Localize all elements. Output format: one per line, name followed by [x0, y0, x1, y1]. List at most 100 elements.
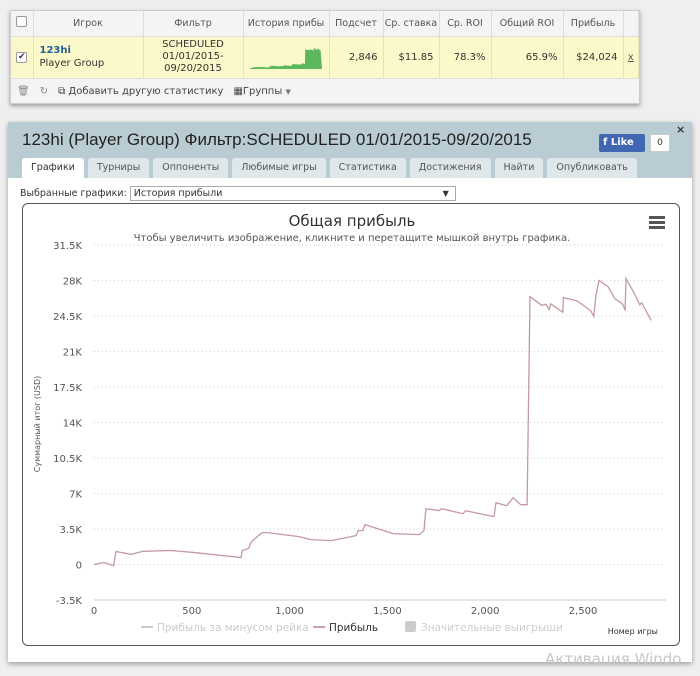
stats-table: Игрок Фильтр История прибы Подсчет Ср. с… [11, 11, 639, 78]
chart-container[interactable]: Общая прибыль Чтобы увеличить изображение… [22, 203, 680, 646]
chart-select[interactable]: История прибыли ▼ [129, 186, 456, 201]
col-count[interactable]: Подсчет [329, 11, 384, 37]
player-type: Player Group [39, 58, 105, 70]
player-cell: 123hi Player Group [33, 36, 144, 78]
tab-7[interactable]: Опубликовать [547, 158, 637, 178]
legend-label: Значительные выигрыши [421, 622, 563, 634]
like-label: Like [610, 137, 634, 148]
select-all-cell[interactable] [11, 11, 34, 37]
profit-chart[interactable]: Общая прибыль Чтобы увеличить изображение… [23, 204, 680, 646]
sparkline-area [250, 47, 322, 69]
add-stat-label: Добавить другую статистику [68, 85, 224, 97]
y-tick-label: 3.5K [60, 525, 83, 536]
remove-row-button[interactable]: x [623, 36, 639, 78]
col-profit[interactable]: Прибыль [563, 11, 624, 37]
menu-bar [649, 216, 665, 219]
select-value: История прибыли [133, 188, 223, 199]
like-count: 0 [650, 134, 670, 152]
row-checkbox-cell[interactable]: ✔ [11, 36, 34, 78]
avg-roi-value: 78.3% [439, 36, 492, 78]
watermark-line1: Активация Windo [545, 650, 682, 668]
tab-6[interactable]: Найти [494, 158, 544, 178]
facebook-icon: f [603, 137, 608, 148]
row-checkbox[interactable]: ✔ [16, 52, 28, 64]
y-tick-label: 31.5K [53, 241, 82, 252]
count-value: 2,846 [329, 36, 384, 78]
tab-1[interactable]: Турниры [87, 158, 150, 178]
facebook-like-button[interactable]: f Like [599, 134, 645, 152]
col-avg-roi[interactable]: Ср. ROI [439, 11, 492, 37]
chart-menu-icon[interactable] [649, 216, 665, 229]
player-window: 123hi (Player Group) Фильтр:SCHEDULED 01… [8, 122, 692, 662]
y-tick-label: 7K [69, 490, 82, 501]
caret-down-icon: ▼ [285, 87, 291, 96]
y-tick-label: 14K [63, 419, 83, 430]
chart-subtitle: Чтобы увеличить изображение, кликните и … [134, 233, 571, 244]
profit-series-line [93, 276, 652, 567]
x-tick-label: 1,000 [275, 606, 304, 617]
tab-0[interactable]: Графики [22, 158, 84, 178]
tab-2[interactable]: Оппоненты [153, 158, 229, 178]
filter-line: 01/01/2015- [162, 51, 224, 63]
groups-dropdown[interactable]: ▦Группы ▼ [233, 86, 290, 97]
table-footer: 🗑 ↻ ⧉ Добавить другую статистику ▦Группы… [11, 78, 639, 103]
trash-icon[interactable]: 🗑 [17, 86, 30, 97]
filter-line: 09/20/2015 [164, 63, 222, 75]
filter-line: SCHEDULED [162, 39, 224, 51]
y-tick-label: 17.5K [53, 383, 82, 394]
window-header: 123hi (Player Group) Фильтр:SCHEDULED 01… [8, 122, 692, 178]
x-tick-label: 0 [91, 606, 97, 617]
legend-item[interactable]: Прибыль [313, 622, 378, 634]
groups-icon: ▦ [233, 85, 243, 97]
x-tick-label: 500 [182, 606, 201, 617]
col-player[interactable]: Игрок [33, 11, 144, 37]
legend-item[interactable]: Прибыль за минусом рейка [141, 622, 309, 634]
select-all-checkbox[interactable] [16, 16, 28, 28]
y-tick-label: 24.5K [53, 312, 82, 323]
add-stat-button[interactable]: ⧉ Добавить другую статистику [58, 86, 223, 97]
select-label: Выбранные графики: [20, 188, 127, 199]
menu-bar [649, 221, 665, 224]
tab-5[interactable]: Достижения [409, 158, 491, 178]
y-tick-label: 21K [63, 348, 83, 359]
y-tick-label: 28K [63, 277, 83, 288]
window-title: 123hi (Player Group) Фильтр:SCHEDULED 01… [22, 130, 532, 149]
x-tick-label: 2,000 [471, 606, 500, 617]
filter-cell: SCHEDULED 01/01/2015- 09/20/2015 [143, 36, 244, 78]
chart-select-row: Выбранные графики: История прибыли ▼ [20, 186, 456, 201]
close-icon[interactable]: × [676, 123, 685, 136]
y-tick-label: 0 [76, 561, 82, 572]
refresh-icon[interactable]: ↻ [40, 86, 48, 97]
profit-value: $24,024 [563, 36, 624, 78]
avg-stake-value: $11.85 [383, 36, 440, 78]
legend-label: Прибыль [329, 622, 378, 634]
dropdown-arrow-icon: ▼ [442, 189, 449, 198]
legend-symbol [405, 621, 416, 632]
legend-item[interactable]: Значительные выигрыши [405, 621, 563, 634]
col-total-roi[interactable]: Общий ROI [491, 11, 564, 37]
col-history[interactable]: История прибы [243, 11, 330, 37]
tab-bar: Графики Турниры Оппоненты Любимые игры Стати… [22, 158, 637, 178]
table-header-row: Игрок Фильтр История прибы Подсчет Ср. с… [11, 11, 639, 37]
groups-label: Группы [242, 85, 283, 97]
chart-title: Общая прибыль [289, 212, 416, 230]
x-tick-label: 1,500 [373, 606, 402, 617]
x-tick-label: 2,500 [569, 606, 598, 617]
tab-4[interactable]: Статистика [329, 158, 406, 178]
table-row: ✔ 123hi Player Group SCHEDULED 01/01/201… [11, 36, 639, 78]
col-avg-stake[interactable]: Ср. ставка [383, 11, 440, 37]
y-tick-label: -3.5K [56, 596, 83, 607]
x-axis-title: Номер игры [608, 627, 658, 636]
profit-sparkline [250, 47, 322, 69]
add-icon: ⧉ [58, 85, 69, 97]
stats-panel: Игрок Фильтр История прибы Подсчет Ср. с… [10, 10, 640, 104]
col-filter[interactable]: Фильтр [143, 11, 244, 37]
history-cell [243, 36, 330, 78]
y-axis-title: Суммарный итог (USD) [33, 376, 42, 473]
menu-bar [649, 226, 665, 229]
tab-3[interactable]: Любимые игры [232, 158, 326, 178]
y-tick-label: 10.5K [53, 454, 82, 465]
legend-label: Прибыль за минусом рейка [157, 622, 309, 634]
player-name-link[interactable]: 123hi [40, 44, 138, 57]
total-roi-value: 65.9% [491, 36, 564, 78]
